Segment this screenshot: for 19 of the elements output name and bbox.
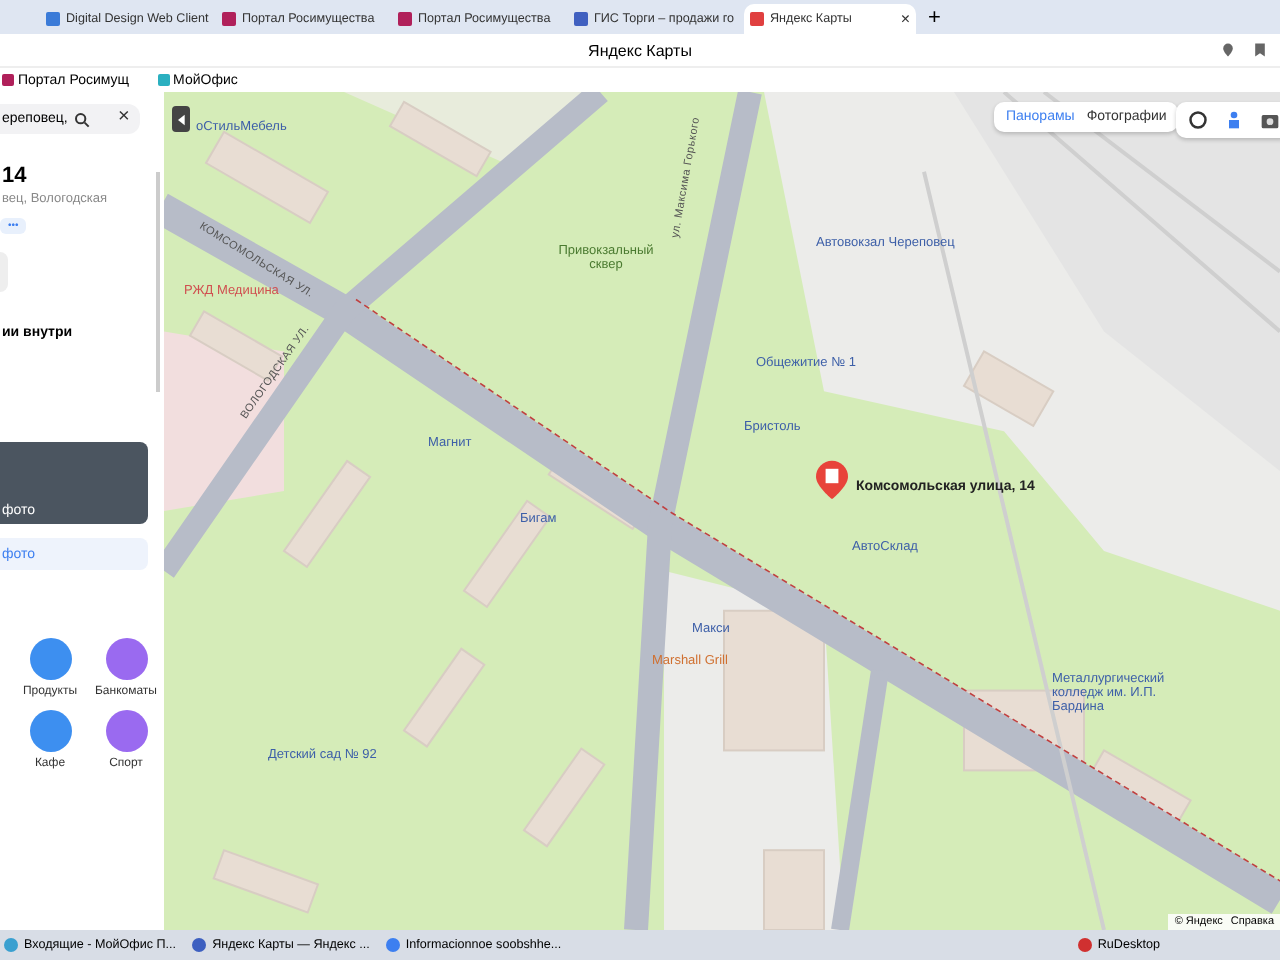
bookmark-icon[interactable] <box>1252 42 1268 58</box>
circle-icon[interactable] <box>1188 110 1208 130</box>
close-button[interactable]: × <box>118 106 130 128</box>
tab-icon <box>398 12 412 26</box>
search-icon[interactable] <box>74 112 90 128</box>
location-marker-icon[interactable] <box>816 460 848 500</box>
close-tab-button[interactable]: × <box>900 10 910 28</box>
place-title: 14 <box>2 164 27 188</box>
collapse-panel-button[interactable] <box>172 106 190 132</box>
tab-icon <box>750 12 764 26</box>
page-title: Яндекс Карты <box>588 41 692 59</box>
new-tab-button[interactable]: + <box>928 5 941 29</box>
caret-icon <box>177 113 185 125</box>
tab-icon <box>574 12 588 26</box>
pin-icon[interactable] <box>1220 42 1236 58</box>
person-icon[interactable] <box>1224 110 1244 130</box>
camera-icon[interactable] <box>1260 110 1280 130</box>
tab-icon <box>222 12 236 26</box>
tab-icon <box>46 12 60 26</box>
